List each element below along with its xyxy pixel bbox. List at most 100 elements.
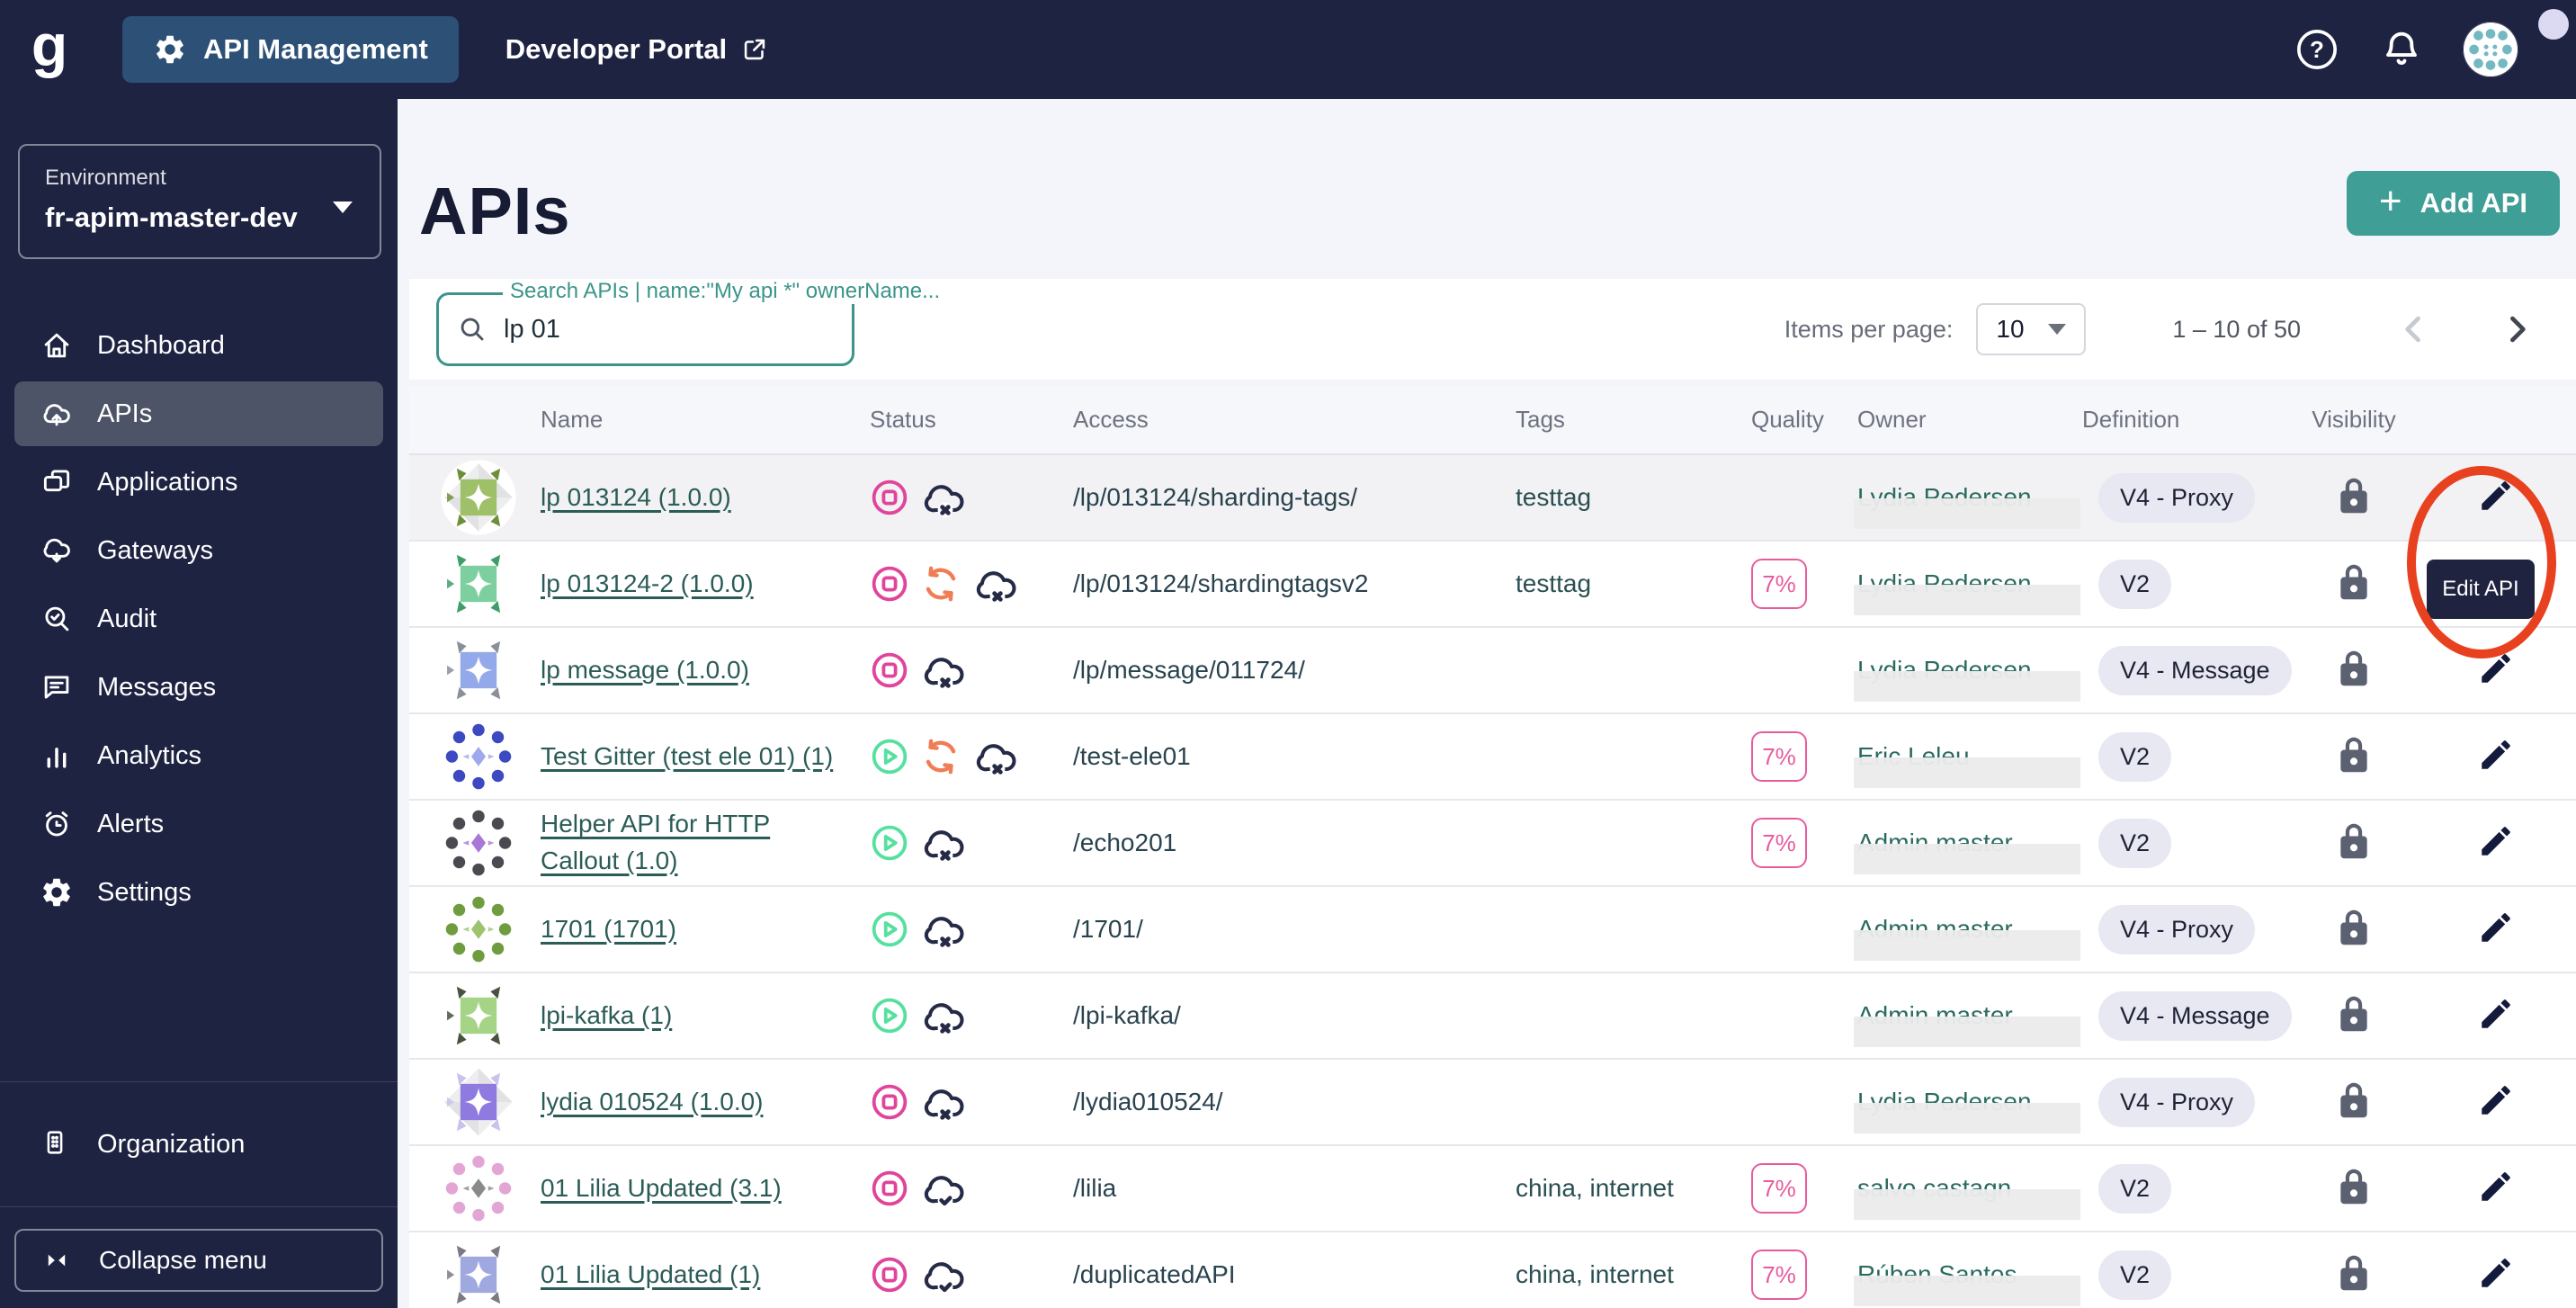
api-quality-cell: 7% bbox=[1751, 559, 1857, 609]
column-header-visibility[interactable]: Visibility bbox=[2312, 406, 2395, 434]
edit-api-button[interactable] bbox=[2477, 736, 2518, 777]
visibility-cell bbox=[2334, 649, 2374, 693]
visibility-cell bbox=[2334, 1253, 2374, 1297]
api-access-path: /1701/ bbox=[1073, 915, 1143, 943]
api-name-cell: lp 013124 (1.0.0) bbox=[541, 479, 870, 516]
overlay-dot bbox=[2538, 9, 2569, 40]
sidebar-item-gateways[interactable]: Gateways bbox=[14, 518, 383, 583]
sidebar-item-dashboard[interactable]: Dashboard bbox=[14, 313, 383, 378]
previous-page-button[interactable] bbox=[2394, 309, 2434, 349]
environment-selector[interactable]: Environment fr-apim-master-dev bbox=[18, 144, 381, 259]
sidebar-item-label: Alerts bbox=[97, 809, 165, 838]
column-header-status[interactable]: Status bbox=[870, 406, 1073, 434]
visibility-cell bbox=[2334, 821, 2374, 865]
api-owner-cell: Lydia Pedersen bbox=[1854, 1088, 2082, 1133]
collapse-menu-button[interactable]: Collapse menu bbox=[14, 1229, 383, 1292]
cloud-up-icon bbox=[40, 397, 74, 431]
api-status-cell bbox=[870, 735, 1073, 778]
sidebar-item-messages[interactable]: Messages bbox=[14, 655, 383, 720]
api-name-link[interactable]: Helper API for HTTP Callout (1.0) bbox=[541, 806, 870, 879]
organization-label: Organization bbox=[97, 1129, 246, 1159]
developer-portal-label: Developer Portal bbox=[505, 33, 728, 65]
status-started-icon bbox=[870, 909, 909, 949]
edit-api-button[interactable] bbox=[2477, 909, 2518, 950]
column-header-definition[interactable]: Definition bbox=[2082, 406, 2289, 434]
sidebar-item-label: Analytics bbox=[97, 740, 202, 770]
sidebar-item-settings[interactable]: Settings bbox=[14, 860, 383, 925]
api-name-link[interactable]: Test Gitter (test ele 01) (1) bbox=[541, 739, 851, 775]
api-name-link[interactable]: lydia 010524 (1.0.0) bbox=[541, 1084, 782, 1121]
api-owner-cell: Rúben Santos bbox=[1854, 1260, 2082, 1306]
visibility-cell bbox=[2334, 562, 2374, 606]
api-name-link[interactable]: 01 Lilia Updated (3.1) bbox=[541, 1170, 800, 1207]
main-content: APIs + Add API lp 01 Search APIs | name:… bbox=[398, 99, 2576, 1308]
api-avatar bbox=[440, 977, 541, 1054]
api-name-cell: lp message (1.0.0) bbox=[541, 652, 870, 689]
column-header-quality[interactable]: Quality bbox=[1751, 406, 1857, 434]
edit-api-button[interactable] bbox=[2477, 1254, 2518, 1295]
owner-redaction-bar bbox=[1854, 757, 2080, 788]
api-owner-cell: salvo castagn bbox=[1854, 1174, 2082, 1220]
page-title: APIs bbox=[419, 174, 571, 248]
api-name-link[interactable]: 01 Lilia Updated (1) bbox=[541, 1257, 778, 1294]
visibility-cell bbox=[2334, 994, 2374, 1038]
owner-redaction-bar bbox=[1854, 929, 2080, 961]
visibility-cell bbox=[2334, 476, 2374, 520]
sidebar-item-audit[interactable]: Audit bbox=[14, 587, 383, 651]
sidebar-item-analytics[interactable]: Analytics bbox=[14, 723, 383, 788]
owner-redaction-bar bbox=[1854, 584, 2080, 615]
help-icon[interactable]: ? bbox=[2294, 26, 2340, 73]
edit-api-button[interactable] bbox=[2477, 995, 2518, 1036]
api-name-link[interactable]: lp message (1.0.0) bbox=[541, 652, 767, 689]
api-name-link[interactable]: lpi-kafka (1) bbox=[541, 998, 690, 1035]
api-owner-cell: Eric Leleu bbox=[1854, 742, 2082, 788]
sidebar-item-alerts[interactable]: Alerts bbox=[14, 792, 383, 856]
visibility-cell bbox=[2334, 1080, 2374, 1124]
edit-api-button[interactable] bbox=[2477, 822, 2518, 864]
edit-cell bbox=[2477, 650, 2518, 691]
api-name-link[interactable]: lp 013124 (1.0.0) bbox=[541, 479, 749, 516]
status-sync-icon bbox=[920, 563, 962, 605]
page-size-select[interactable]: 10 bbox=[1976, 303, 2087, 355]
add-api-button[interactable]: + Add API bbox=[2346, 171, 2560, 236]
sidebar-item-organization[interactable]: Organization bbox=[14, 1102, 383, 1187]
edit-api-button[interactable] bbox=[2477, 1168, 2518, 1209]
api-management-switcher[interactable]: API Management bbox=[122, 16, 459, 83]
column-header-access[interactable]: Access bbox=[1073, 406, 1516, 434]
edit-api-button[interactable] bbox=[2477, 650, 2518, 691]
column-header-name[interactable]: Name bbox=[541, 406, 870, 434]
api-status-cell bbox=[870, 562, 1073, 605]
next-page-button[interactable] bbox=[2497, 309, 2536, 349]
api-name-link[interactable]: lp 013124-2 (1.0.0) bbox=[541, 566, 772, 603]
items-per-page-label: Items per page: bbox=[1784, 315, 1954, 343]
definition-version-chip: V4 - Proxy bbox=[2098, 1077, 2256, 1127]
developer-portal-link[interactable]: Developer Portal bbox=[505, 33, 770, 66]
notifications-bell-icon[interactable] bbox=[2378, 26, 2425, 73]
alarm-clock-icon bbox=[40, 807, 74, 841]
edit-cell bbox=[2477, 822, 2518, 864]
api-name-cell: lydia 010524 (1.0.0) bbox=[541, 1084, 870, 1121]
owner-redaction-bar bbox=[1854, 843, 2080, 874]
sidebar-item-apis[interactable]: APIs bbox=[14, 381, 383, 446]
column-header-tags[interactable]: Tags bbox=[1516, 406, 1751, 434]
edit-api-button[interactable] bbox=[2477, 1081, 2518, 1123]
sidebar-item-applications[interactable]: Applications bbox=[14, 450, 383, 515]
api-access-path: /duplicatedAPI bbox=[1073, 1260, 1236, 1288]
paginator-range: 1 – 10 of 50 bbox=[2172, 315, 2301, 343]
user-avatar[interactable] bbox=[2463, 22, 2518, 77]
definition-version-chip: V4 - Message bbox=[2098, 990, 2292, 1041]
sidebar-item-label: Audit bbox=[97, 604, 157, 633]
api-name-link[interactable]: 1701 (1701) bbox=[541, 911, 694, 948]
edit-cell bbox=[2477, 909, 2518, 950]
chevron-down-icon bbox=[2048, 324, 2067, 335]
api-avatar bbox=[440, 545, 541, 623]
status-cloud-x-icon bbox=[920, 649, 970, 692]
api-owner-cell: Admin master bbox=[1854, 829, 2082, 874]
edit-api-button[interactable] bbox=[2477, 477, 2518, 518]
column-header-owner[interactable]: Owner bbox=[1857, 406, 2082, 434]
lock-icon bbox=[2334, 564, 2374, 605]
api-quality-cell: 7% bbox=[1751, 731, 1857, 782]
quality-badge: 7% bbox=[1751, 731, 1807, 782]
divider bbox=[0, 1081, 398, 1082]
svg-text:?: ? bbox=[2310, 36, 2324, 63]
